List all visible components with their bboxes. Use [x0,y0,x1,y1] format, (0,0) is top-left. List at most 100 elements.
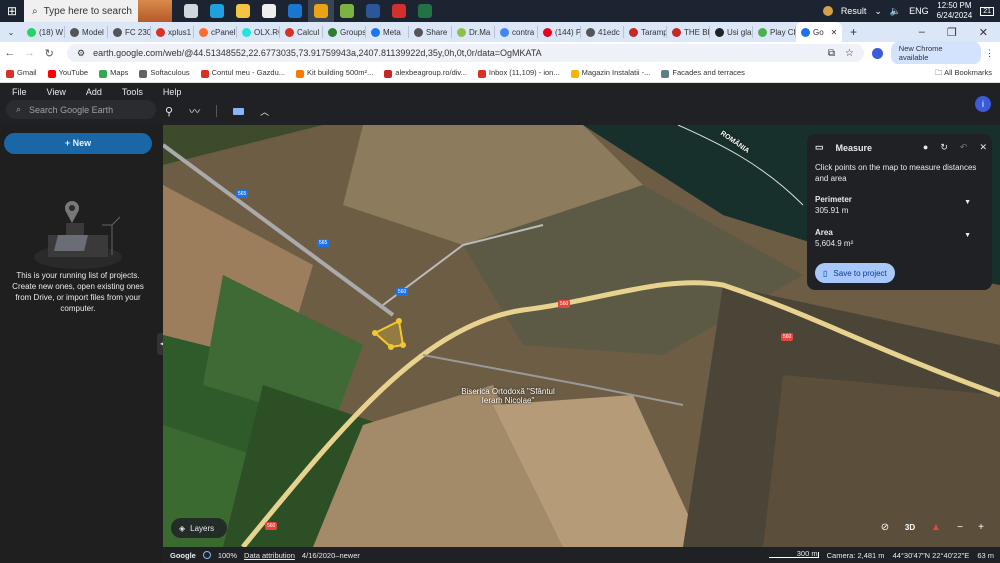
bookmark-item[interactable]: Softaculous [139,68,190,78]
perimeter-row[interactable]: Perimeter 305.91 m ▼ [815,195,983,215]
close-window-button[interactable]: ✕ [979,26,988,39]
browser-tab[interactable]: Go ✕ [796,22,842,42]
browser-tab[interactable]: OLX.RO [237,26,280,38]
bookmark-item[interactable]: YouTube [47,68,88,78]
volume-icon[interactable]: 🔈 [890,6,901,17]
back-button[interactable]: ← [0,47,20,59]
weather-label[interactable]: Result [841,6,867,16]
menu-help[interactable]: Help [163,87,182,97]
browser-tab[interactable]: Share [409,26,452,38]
language-indicator[interactable]: ENG [909,6,929,16]
all-bookmarks[interactable]: 🗀 All Bookmarks [935,67,1000,80]
app-green-icon[interactable] [334,0,360,22]
measure-ruler-icon[interactable] [233,107,245,115]
browser-tab[interactable]: (18) W [22,26,65,38]
perimeter-units-dropdown-icon[interactable]: ▼ [964,199,971,206]
install-app-icon[interactable]: ⧉ [828,48,835,59]
menu-file[interactable]: File [12,87,27,97]
area-units-dropdown-icon[interactable]: ▼ [964,232,971,239]
tab-search-icon[interactable]: ⌄ [0,28,22,37]
url-field[interactable]: ⚙ earth.google.com/web/@44.51348552,22.67… [67,44,864,62]
bookmark-star-icon[interactable]: ☆ [845,48,854,59]
bookmark-favicon-icon [477,69,486,78]
church-label[interactable]: Biserica Ortodoxă "Sfântul Ierarh Nicola… [453,387,563,405]
browser-tab[interactable]: (144) P [538,26,581,38]
data-attribution-link[interactable]: Data attribution [244,551,295,560]
menu-add[interactable]: Add [86,87,102,97]
notifications-icon[interactable]: 21 [980,6,994,16]
save-to-project-button[interactable]: ▯ Save to project [815,263,895,283]
reload-button[interactable]: ↻ [39,47,59,60]
browser-tab[interactable]: cPanel [194,26,237,38]
browser-tab[interactable]: Calcul [280,26,323,38]
bookmark-item[interactable]: Inbox (11,109) - ion... [477,68,560,78]
toggle-3d-button[interactable]: 3D [901,519,919,537]
area-row[interactable]: Area 5,604.9 m² ▼ [815,228,983,248]
file-explorer-icon[interactable] [230,0,256,22]
bookmark-item[interactable]: Facades and terraces [661,68,745,78]
account-avatar[interactable]: i [975,96,991,112]
browser-tab[interactable]: FC 230 [108,26,151,38]
new-chrome-available-button[interactable]: New Chrome available [890,41,981,65]
collapse-toolbar-icon[interactable]: ︿ [260,105,269,118]
tab-favicon-icon [801,27,810,37]
search-earth-input[interactable]: ⌕ Search Google Earth [6,100,156,119]
new-project-button[interactable]: + New [4,133,152,154]
close-tab-icon[interactable]: ✕ [831,28,838,37]
browser-tab[interactable]: THE BI [667,26,710,38]
browser-tab[interactable]: Groups [323,26,366,38]
windows-start-icon[interactable]: ⊞ [0,4,24,18]
browser-tab[interactable]: 41edc [581,26,624,38]
browser-tab[interactable]: xplus1 [151,26,194,38]
mail-icon[interactable] [282,0,308,22]
forward-button[interactable]: → [20,47,40,59]
clock[interactable]: 12:50 PM 6/24/2024 [937,1,973,21]
zoom-out-button[interactable]: − [951,519,969,537]
chrome-menu-icon[interactable]: ⋮ [985,48,1000,59]
edge-icon[interactable] [204,0,230,22]
chrome-icon[interactable] [308,0,334,22]
site-info-icon[interactable]: ⚙ [77,48,85,59]
help-icon[interactable]: ● [923,142,928,153]
bookmark-item[interactable]: Maps [99,68,128,78]
close-icon[interactable]: ✕ [979,142,987,153]
store-icon[interactable] [256,0,282,22]
undo-icon[interactable]: ↶ [960,142,968,153]
tilt-toggle-icon[interactable]: ⊘ [876,519,894,537]
zoom-in-button[interactable]: + [972,519,990,537]
word-icon[interactable] [360,0,386,22]
browser-tab[interactable]: Taramp [624,26,667,38]
bookmark-item[interactable]: Contul meu - Gazdu... [200,68,285,78]
profile-avatar[interactable] [871,47,883,59]
compass-icon[interactable]: ▲ [927,519,945,537]
browser-tab[interactable]: Play Ch [753,26,796,38]
browser-tab[interactable]: Model [65,26,108,38]
add-placemark-icon[interactable]: ⚲ [165,105,173,118]
bookmark-item[interactable]: Kit building 500m²... [296,68,373,78]
bookmark-favicon-icon [47,69,56,78]
taskbar-search[interactable]: ⌕ Type here to search [24,0,172,22]
bookmark-item[interactable]: Gmail [6,68,37,78]
menu-view[interactable]: View [47,87,66,97]
task-view-icon[interactable] [178,0,204,22]
layers-button[interactable]: ◈ Layers [171,518,227,538]
browser-tab[interactable]: Usi gla [710,26,753,38]
maximize-button[interactable]: ❐ [947,26,957,39]
menu-tools[interactable]: Tools [122,87,143,97]
bookmark-item[interactable]: alexbeagroup.ro/div... [384,68,467,78]
reset-icon[interactable]: ↻ [940,142,948,153]
browser-tab[interactable]: Dr.Ma [452,26,495,38]
browser-tab[interactable]: Meta [366,26,409,38]
new-tab-button[interactable]: + [850,25,857,39]
tray-chevron-icon[interactable]: ⌄ [874,6,882,17]
add-path-icon[interactable]: 〰 [189,103,200,119]
minimize-button[interactable]: – [919,26,925,39]
app-red-icon[interactable] [386,0,412,22]
tab-favicon-icon [629,27,638,37]
camera-altitude: Camera: 2,481 m [826,550,885,560]
browser-tab[interactable]: contra [495,26,538,38]
excel-icon[interactable] [412,0,438,22]
measure-panel: ▭ Measure ● ↻ ↶ ✕ Click points on the map to… [807,134,992,290]
bookmark-item[interactable]: Magazin Instalatii -... [570,68,650,78]
weather-icon[interactable] [822,6,833,16]
